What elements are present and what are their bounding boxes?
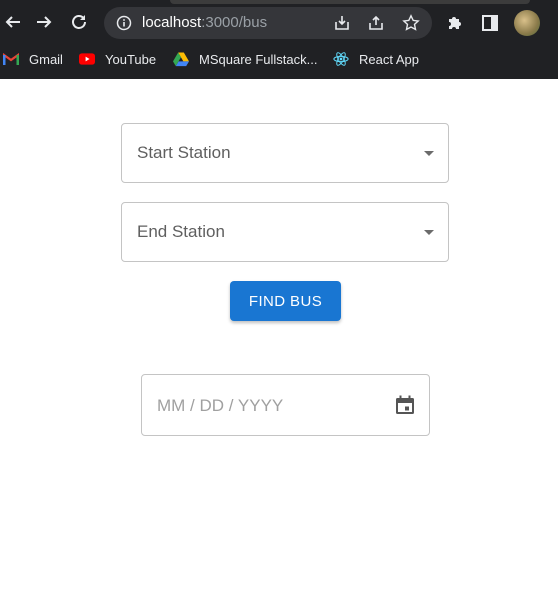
react-icon (333, 51, 349, 67)
download-icon (335, 16, 349, 30)
bookmark-label: MSquare Fullstack... (199, 51, 318, 67)
bookmark-msquare[interactable]: MSquare Fullstack... (173, 44, 318, 74)
end-station-select[interactable]: End Station (121, 202, 449, 262)
gmail-icon (3, 51, 19, 67)
bookmark-label: Gmail (29, 51, 63, 67)
arrow-right-icon (37, 16, 52, 28)
bookmark-star-button[interactable] (401, 13, 421, 33)
start-station-label: Start Station (137, 143, 231, 162)
end-station-label: End Station (137, 222, 225, 241)
side-panel-icon (482, 15, 498, 31)
date-placeholder: MM / DD / YYYY (157, 396, 284, 415)
bookmark-react-app[interactable]: React App (333, 44, 419, 74)
side-panel-button[interactable] (479, 12, 501, 34)
install-app-button[interactable] (332, 13, 352, 33)
youtube-icon (79, 51, 95, 67)
forward-button[interactable] (31, 9, 57, 35)
google-drive-icon (173, 51, 189, 67)
bookmark-youtube[interactable]: YouTube (79, 44, 156, 74)
info-icon[interactable] (116, 15, 132, 31)
back-button[interactable] (0, 9, 26, 35)
browser-toolbar: localhost:3000/bus (0, 0, 558, 44)
dropdown-arrow-icon (424, 230, 434, 235)
arrow-left-icon (5, 16, 20, 28)
dropdown-arrow-icon (424, 151, 434, 156)
url-text[interactable]: localhost:3000/bus (142, 14, 267, 31)
address-bar[interactable]: localhost:3000/bus (104, 7, 432, 39)
share-icon (369, 15, 383, 30)
date-input[interactable]: MM / DD / YYYY (141, 374, 430, 436)
browser-chrome: localhost:3000/bus Gmail YouTube MSquare… (0, 0, 558, 79)
url-path: :3000/bus (201, 14, 268, 31)
reload-button[interactable] (66, 9, 92, 35)
reload-icon (72, 15, 86, 29)
start-station-select[interactable]: Start Station (121, 123, 449, 183)
profile-avatar[interactable] (514, 10, 540, 36)
find-bus-button[interactable]: FIND BUS (230, 281, 341, 321)
bookmark-label: YouTube (105, 51, 157, 67)
bookmark-label: React App (359, 51, 419, 67)
bookmark-gmail[interactable]: Gmail (3, 44, 63, 74)
puzzle-icon (449, 17, 461, 29)
extensions-button[interactable] (444, 12, 466, 34)
url-host: localhost (142, 14, 202, 31)
share-button[interactable] (366, 13, 386, 33)
calendar-icon[interactable] (394, 394, 416, 416)
bookmarks-bar: Gmail YouTube MSquare Fullstack... React… (0, 44, 558, 74)
star-icon (402, 14, 420, 31)
